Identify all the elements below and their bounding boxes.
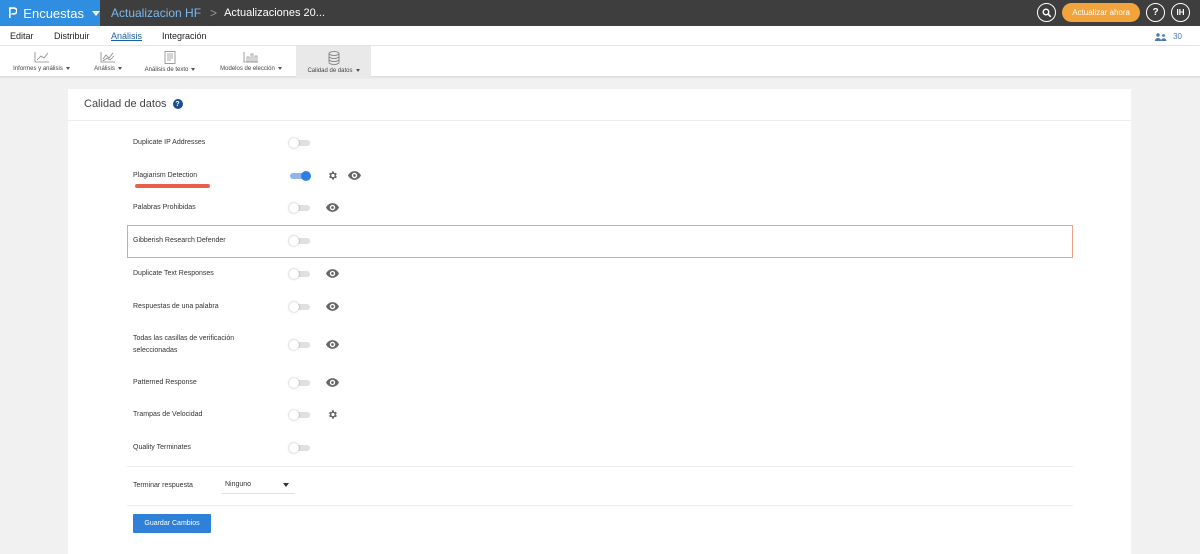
user-avatar[interactable]: IH: [1171, 3, 1190, 22]
eye-icon[interactable]: [348, 171, 361, 180]
terminate-response-label: Terminar respuesta: [133, 482, 193, 489]
tool-label: Informes y análisis: [13, 66, 70, 72]
annotation-underline: [135, 184, 210, 188]
chevron-down-icon: [283, 483, 289, 487]
help-icon[interactable]: ?: [172, 99, 183, 109]
page-title: Calidad de datos: [84, 98, 167, 110]
analysis-toolbar: Informes y análisis Análisis Análisis de…: [0, 46, 1200, 77]
setting-label: Duplicate Text Responses: [133, 270, 214, 277]
toggle-plagiarism[interactable]: [290, 171, 311, 181]
toggle-duplicate-ip[interactable]: [289, 138, 310, 148]
chevron-down-icon: [117, 66, 122, 70]
annotation-highlight-box: [127, 225, 1073, 258]
tool-label: Análisis: [94, 66, 122, 72]
eye-icon[interactable]: [326, 378, 339, 387]
toggle-all-checkboxes[interactable]: [289, 340, 310, 350]
top-bar: Encuestas Actualizacion HF > Actualizaci…: [0, 0, 1200, 26]
tool-modelos-eleccion[interactable]: Modelos de elección: [214, 46, 288, 77]
upgrade-button[interactable]: Actualizar ahora: [1062, 3, 1140, 22]
menu-integracion[interactable]: Integración: [162, 31, 207, 41]
chevron-down-icon: [92, 10, 100, 16]
setting-label: Duplicate IP Addresses: [133, 139, 206, 146]
search-button[interactable]: [1037, 3, 1057, 22]
menu-analisis[interactable]: Análisis: [111, 31, 142, 41]
setting-label: Plagiarism Detection: [133, 172, 198, 179]
tool-calidad-datos[interactable]: Calidad de datos: [296, 46, 371, 77]
toggle-speed-traps[interactable]: [289, 410, 310, 420]
select-value: Ninguno: [225, 481, 252, 488]
menu-distribuir[interactable]: Distribuir: [54, 31, 90, 41]
data-quality-panel: Calidad de datos ? Duplicate IP Addresse…: [68, 89, 1131, 554]
toggle-gibberish[interactable]: [289, 236, 310, 246]
tool-informes-analisis[interactable]: Informes y análisis: [8, 46, 75, 77]
tool-label: Calidad de datos: [307, 68, 360, 74]
toggle-one-word[interactable]: [289, 302, 310, 312]
text-document-icon: [164, 51, 176, 64]
chevron-down-icon: [355, 68, 360, 72]
toggle-prohibited-words[interactable]: [289, 203, 310, 213]
database-icon: [328, 51, 339, 65]
gear-icon[interactable]: [327, 170, 338, 181]
divider: [68, 120, 1131, 121]
chevron-down-icon: [277, 66, 282, 70]
gear-icon[interactable]: [327, 409, 338, 420]
tool-analisis-texto[interactable]: Análisis de texto: [140, 46, 200, 77]
setting-label: Trampas de Velocidad: [133, 411, 203, 418]
save-changes-button[interactable]: Guardar Cambios: [133, 514, 211, 533]
setting-label: Todas las casillas de verificación selec…: [133, 335, 235, 354]
chevron-down-icon: [65, 66, 70, 70]
eye-icon[interactable]: [326, 203, 339, 212]
line-chart-icon: [34, 52, 49, 63]
users-icon: [1154, 32, 1167, 41]
setting-label: Respuestas de una palabra: [133, 303, 219, 310]
toggle-patterned[interactable]: [289, 378, 310, 388]
setting-label: Palabras Prohibidas: [133, 204, 196, 211]
tool-label: Análisis de texto: [145, 67, 196, 73]
help-button[interactable]: ?: [1146, 3, 1165, 22]
eye-icon[interactable]: [326, 340, 339, 349]
eye-icon[interactable]: [326, 302, 339, 311]
tool-label: Modelos de elección: [220, 66, 282, 72]
bar-chart-icon: [243, 52, 258, 63]
collaborators-count: 30: [1173, 32, 1182, 41]
main-menu: Editar Distribuir Análisis Integración 3…: [0, 26, 1200, 46]
divider: [127, 466, 1073, 467]
setting-label: Quality Terminates: [133, 444, 191, 451]
product-name: Encuestas: [23, 5, 84, 21]
panel-header: Calidad de datos ?: [84, 98, 183, 110]
analysis-chart-icon: [100, 52, 115, 63]
setting-label: Patterned Response: [133, 379, 197, 386]
menu-editar[interactable]: Editar: [10, 31, 34, 41]
product-switcher[interactable]: Encuestas: [0, 0, 100, 26]
breadcrumb-project[interactable]: Actualizacion HF: [111, 6, 201, 20]
terminate-response-select[interactable]: Ninguno: [221, 476, 295, 494]
top-actions: Actualizar ahora ? IH: [1037, 3, 1190, 22]
collaborators-indicator[interactable]: 30: [1154, 32, 1182, 41]
brand-logo-icon: [9, 7, 18, 18]
eye-icon[interactable]: [326, 269, 339, 278]
divider: [127, 505, 1073, 506]
chevron-down-icon: [191, 67, 196, 71]
setting-label: Gibberish Research Defender: [133, 237, 226, 244]
breadcrumb-separator-icon: >: [210, 6, 218, 20]
tool-analisis[interactable]: Análisis: [88, 46, 128, 77]
breadcrumb-survey[interactable]: Actualizaciones 20...: [224, 7, 325, 19]
toggle-quality-terminates[interactable]: [289, 443, 310, 453]
toggle-duplicate-text[interactable]: [289, 269, 310, 279]
search-icon: [1042, 8, 1052, 17]
